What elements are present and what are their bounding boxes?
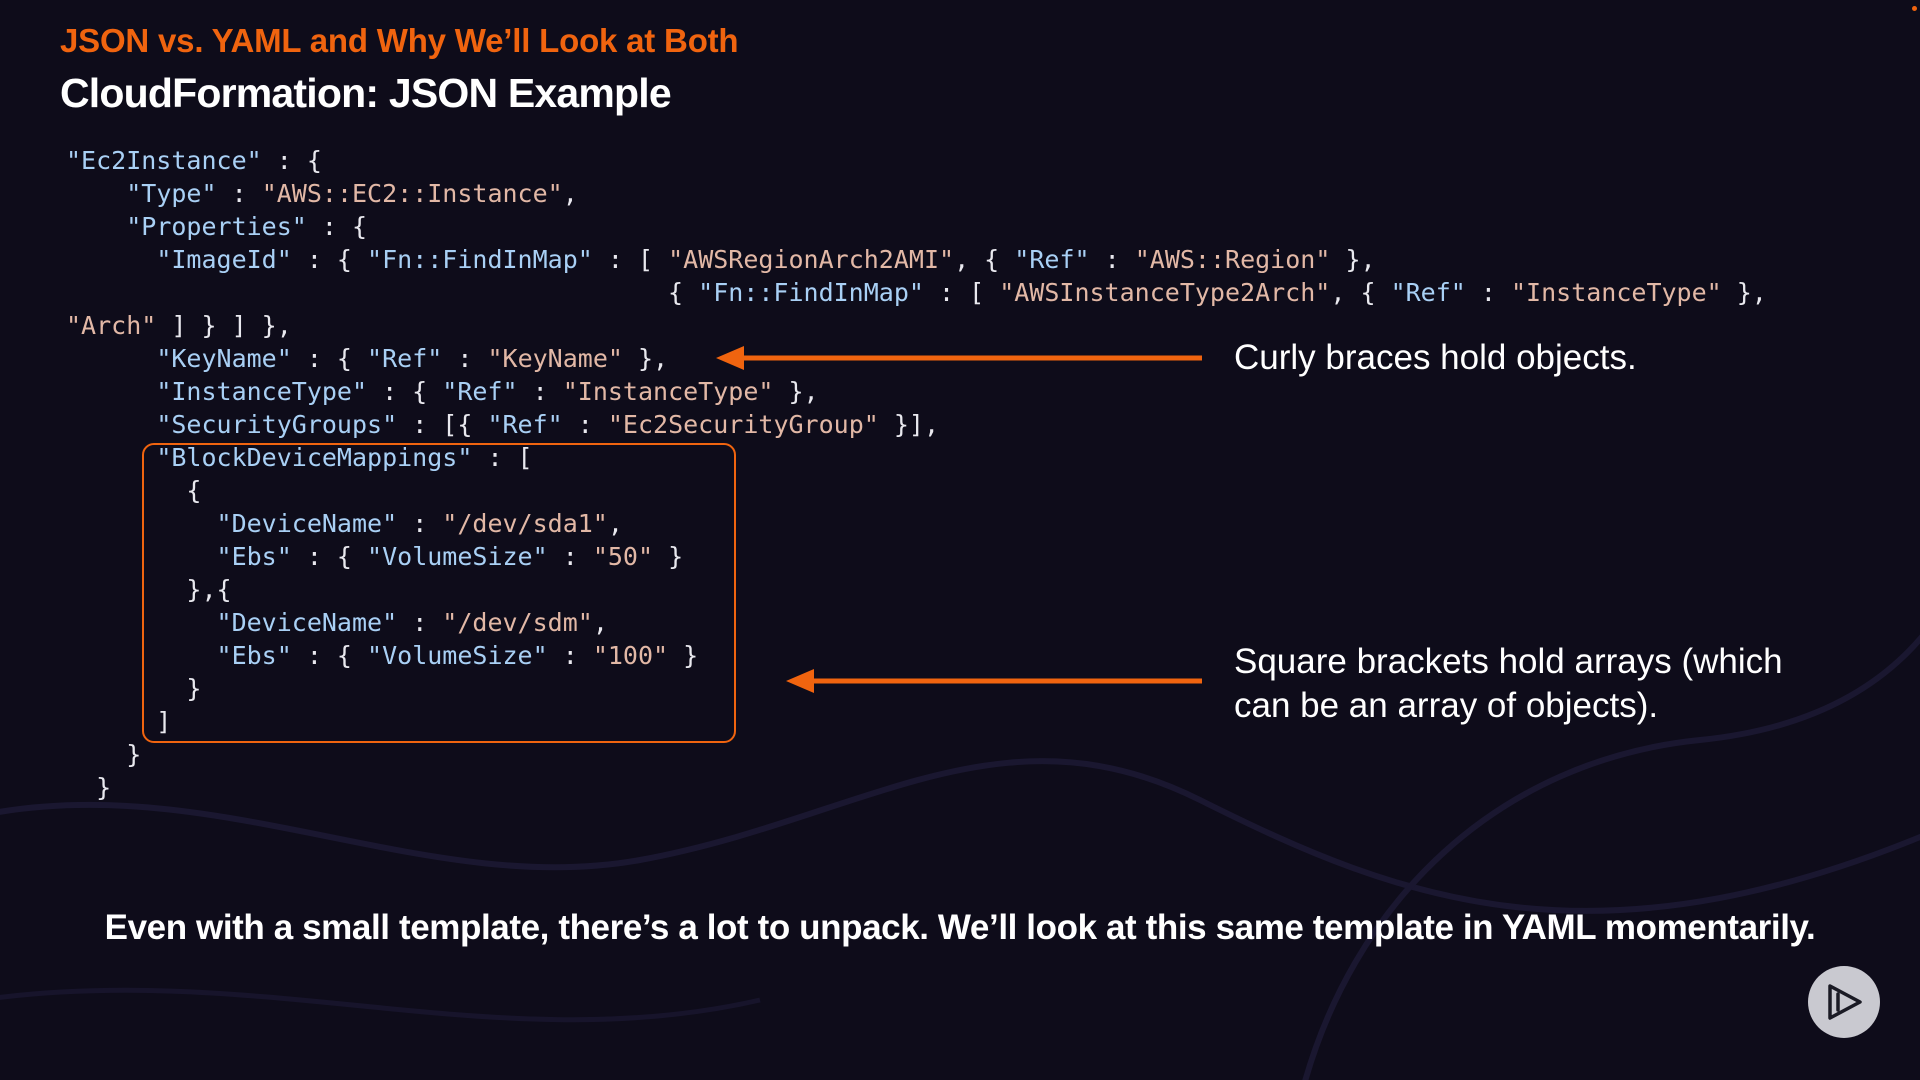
code-line: "Ec2Instance" : { [66, 144, 1767, 177]
code-string: "Arch" [66, 311, 157, 340]
code-punct: : { [367, 377, 443, 406]
code-punct: }], [878, 410, 940, 439]
corner-dot [1912, 6, 1917, 11]
code-punct: } [66, 773, 112, 802]
array-highlight-box [142, 443, 736, 743]
code-punct: : { [291, 344, 368, 373]
play-button[interactable] [1808, 966, 1880, 1038]
code-punct: }, [1330, 245, 1376, 274]
code-key: "Ref" [1390, 278, 1466, 307]
code-punct [66, 377, 156, 406]
code-punct: : [ [592, 245, 669, 274]
code-line: "Properties" : { [66, 210, 1767, 243]
code-key: "Type" [126, 179, 217, 208]
callout-objects: Curly braces hold objects. [1234, 338, 1637, 377]
code-punct [66, 179, 126, 208]
code-string: "KeyName" [487, 344, 623, 373]
code-key: "Fn::FindInMap" [698, 278, 924, 307]
callout-arrays-line2: can be an array of objects). [1234, 686, 1659, 725]
code-punct: : [442, 344, 488, 373]
code-key: "Fn::FindInMap" [367, 245, 593, 274]
code-punct: } [66, 740, 142, 769]
code-punct: : [{ [397, 410, 488, 439]
code-key: "Ref" [487, 410, 563, 439]
code-string: "InstanceType" [1510, 278, 1722, 307]
code-line: { "Fn::FindInMap" : [ "AWSInstanceType2A… [66, 276, 1767, 309]
code-line: "SecurityGroups" : [{ "Ref" : "Ec2Securi… [66, 408, 1767, 441]
callout-arrays-line1: Square brackets hold arrays (which [1234, 642, 1783, 681]
code-key: "InstanceType" [156, 377, 368, 406]
slide-footer: Even with a small template, there’s a lo… [104, 908, 1816, 947]
code-punct: : [216, 179, 262, 208]
code-punct [66, 344, 156, 373]
code-key: "Ref" [442, 377, 518, 406]
code-punct [66, 410, 156, 439]
code-key: "Ec2Instance" [66, 146, 262, 175]
code-punct [66, 245, 156, 274]
code-key: "Properties" [126, 212, 307, 241]
code-line: "ImageId" : { "Fn::FindInMap" : [ "AWSRe… [66, 243, 1767, 276]
code-punct: , { [1330, 278, 1391, 307]
code-punct [66, 212, 126, 241]
code-string: "AWS::EC2::Instance" [261, 179, 563, 208]
code-punct: , { [954, 245, 1015, 274]
code-punct: { [66, 278, 699, 307]
code-punct: }, [773, 377, 819, 406]
code-string: "AWSRegionArch2AMI" [668, 245, 955, 274]
code-punct: : [ [923, 278, 1000, 307]
code-punct: : { [261, 146, 322, 175]
code-string: "InstanceType" [562, 377, 774, 406]
code-key: "Ref" [1014, 245, 1090, 274]
code-punct: : { [306, 212, 368, 241]
callout-arrays: Square brackets hold arrays (which can b… [1234, 640, 1783, 728]
code-punct: : [1465, 278, 1511, 307]
code-key: "Ref" [367, 344, 443, 373]
code-punct: }, [1721, 278, 1767, 307]
code-punct: ] } ] }, [156, 311, 292, 340]
slide-title: CloudFormation: JSON Example [60, 70, 672, 116]
code-punct: : { [291, 245, 368, 274]
code-string: "AWS::Region" [1134, 245, 1331, 274]
code-key: "SecurityGroups" [156, 410, 398, 439]
code-punct: }, [622, 344, 669, 373]
code-key: "ImageId" [156, 245, 292, 274]
code-line: "Type" : "AWS::EC2::Instance", [66, 177, 1767, 210]
code-punct: : [1089, 245, 1135, 274]
code-punct: : [517, 377, 563, 406]
code-punct: , [562, 179, 578, 208]
code-line: } [66, 771, 1767, 804]
code-key: "KeyName" [156, 344, 292, 373]
play-icon [1828, 984, 1862, 1020]
code-string: "AWSInstanceType2Arch" [999, 278, 1331, 307]
code-punct: : [562, 410, 608, 439]
code-string: "Ec2SecurityGroup" [607, 410, 879, 439]
slide-kicker: JSON vs. YAML and Why We’ll Look at Both [60, 22, 739, 59]
